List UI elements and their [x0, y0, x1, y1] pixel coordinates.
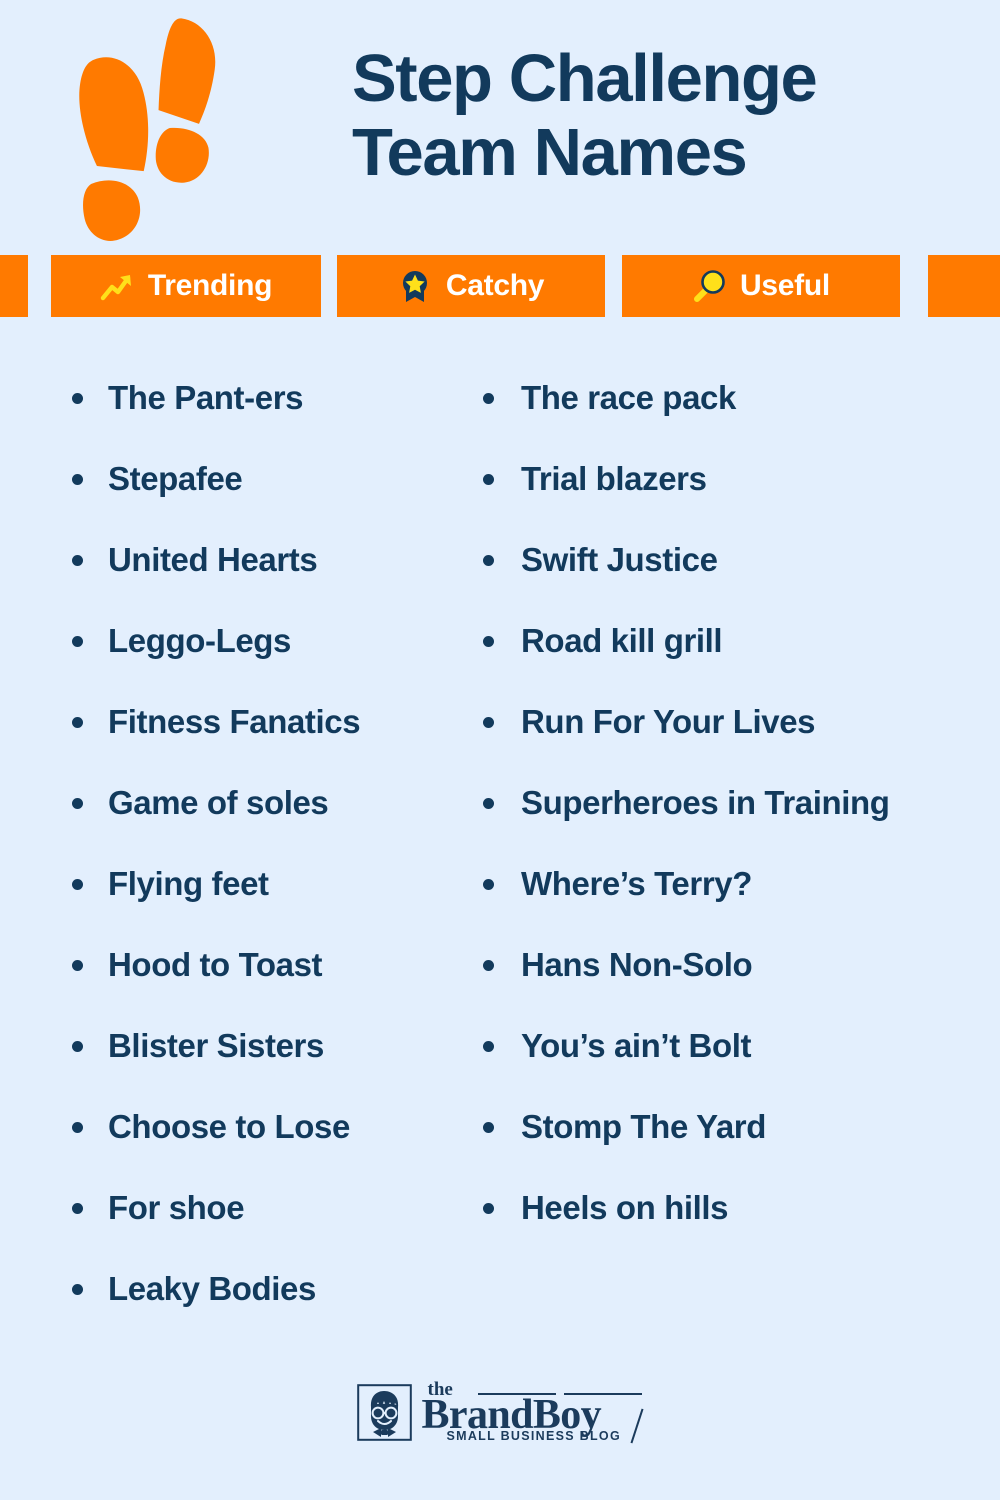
bullet-dot	[72, 555, 83, 566]
list-item: Where’s Terry?	[475, 858, 1000, 910]
list-item-label: Game of soles	[108, 784, 329, 821]
magnifying-glass-icon	[692, 269, 726, 303]
bullet-dot	[72, 798, 83, 809]
list-item-label: Leaky Bodies	[108, 1270, 316, 1307]
list-item-label: Blister Sisters	[108, 1027, 324, 1064]
logo-slash-mark	[629, 1408, 644, 1444]
boy-with-glasses-icon	[356, 1383, 412, 1441]
list-item-label: United Hearts	[108, 541, 318, 578]
list-item-label: Leggo-Legs	[108, 622, 291, 659]
bullet-dot	[483, 1041, 494, 1052]
team-names-right-list: The race pack Trial blazers Swift Justic…	[475, 372, 1000, 1234]
team-names-left-list: The Pant-ers Stepafee United Hearts Legg…	[64, 372, 465, 1315]
title-line-2: Team Names	[352, 115, 748, 190]
list-item-label: Run For Your Lives	[521, 703, 816, 740]
list-item-label: Road kill grill	[521, 622, 723, 659]
list-item: The Pant-ers	[64, 372, 465, 424]
badge-catchy[interactable]: Catchy	[337, 255, 605, 317]
team-names-left-column: The Pant-ers Stepafee United Hearts Legg…	[0, 372, 465, 1344]
bullet-dot	[72, 1203, 83, 1214]
list-item-label: Where’s Terry?	[521, 865, 752, 902]
badge-trending-label: Trending	[147, 269, 273, 302]
bullet-dot	[483, 879, 494, 890]
list-item-label: The race pack	[521, 379, 736, 416]
team-names-lists: The Pant-ers Stepafee United Hearts Legg…	[0, 372, 1000, 1344]
list-item-label: Hans Non-Solo	[521, 946, 753, 983]
list-item-label: For shoe	[108, 1189, 245, 1226]
bullet-dot	[483, 717, 494, 728]
bullet-dot	[483, 798, 494, 809]
logo-tagline-text: SMALL BUSINESS BLOG	[446, 1429, 621, 1443]
list-item: Heels on hills	[475, 1182, 1000, 1234]
list-item: Road kill grill	[475, 615, 1000, 667]
list-item: You’s ain’t Bolt	[475, 1020, 1000, 1072]
list-item: Stomp The Yard	[475, 1101, 1000, 1153]
list-item: For shoe	[64, 1182, 465, 1234]
bullet-dot	[72, 636, 83, 647]
page-title: Step Challenge Team Names	[352, 42, 992, 190]
list-item: Stepafee	[64, 453, 465, 505]
bullet-dot	[483, 474, 494, 485]
title-line-1: Step Challenge	[352, 41, 818, 116]
list-item: Leggo-Legs	[64, 615, 465, 667]
list-item-label: Flying feet	[108, 865, 269, 902]
bullet-dot	[72, 1041, 83, 1052]
list-item-label: Trial blazers	[521, 460, 707, 497]
bullet-dot	[72, 879, 83, 890]
badge-useful-label: Useful	[740, 269, 830, 302]
list-item: Run For Your Lives	[475, 696, 1000, 748]
bullet-dot	[72, 393, 83, 404]
list-item: Leaky Bodies	[64, 1263, 465, 1315]
bullet-dot	[72, 1122, 83, 1133]
list-item-label: Superheroes in Training	[521, 784, 890, 821]
header: Step Challenge Team Names	[0, 0, 1000, 250]
badge-bar: Trending Catchy Useful	[0, 255, 1000, 317]
list-item-label: Heels on hills	[521, 1189, 729, 1226]
badge-bar-left-accent	[0, 255, 28, 317]
list-item-label: The Pant-ers	[108, 379, 304, 416]
list-item-label: You’s ain’t Bolt	[521, 1027, 752, 1064]
badge-bar-right-accent	[928, 255, 1000, 317]
list-item: United Hearts	[64, 534, 465, 586]
list-item: Hood to Toast	[64, 939, 465, 991]
award-ribbon-star-icon	[398, 269, 432, 303]
bullet-dot	[483, 1122, 494, 1133]
list-item-label: Stepafee	[108, 460, 243, 497]
list-item: Flying feet	[64, 858, 465, 910]
bullet-dot	[72, 474, 83, 485]
brandboy-logo[interactable]: the BrandBoy SMALL BUSINESS BLOG	[356, 1380, 644, 1444]
bullet-dot	[483, 393, 494, 404]
list-item-label: Stomp The Yard	[521, 1108, 767, 1145]
footprints-icon	[62, 18, 232, 248]
list-item: Game of soles	[64, 777, 465, 829]
list-item: Fitness Fanatics	[64, 696, 465, 748]
list-item: Trial blazers	[475, 453, 1000, 505]
list-item-label: Fitness Fanatics	[108, 703, 361, 740]
list-item: Swift Justice	[475, 534, 1000, 586]
badge-useful[interactable]: Useful	[622, 255, 900, 317]
list-item: Superheroes in Training	[475, 777, 1000, 829]
team-names-right-column: The race pack Trial blazers Swift Justic…	[465, 372, 1000, 1344]
footer: the BrandBoy SMALL BUSINESS BLOG	[0, 1380, 1000, 1444]
bullet-dot	[483, 636, 494, 647]
bullet-dot	[72, 717, 83, 728]
badge-trending[interactable]: Trending	[51, 255, 321, 317]
bullet-dot	[483, 1203, 494, 1214]
list-item: Choose to Lose	[64, 1101, 465, 1153]
bullet-dot	[483, 960, 494, 971]
list-item-label: Choose to Lose	[108, 1108, 350, 1145]
brandboy-wordmark: the BrandBoy SMALL BUSINESS BLOG	[422, 1380, 644, 1444]
bullet-dot	[483, 555, 494, 566]
trending-up-icon	[100, 269, 134, 303]
bullet-dot	[72, 1284, 83, 1295]
list-item: The race pack	[475, 372, 1000, 424]
bullet-dot	[72, 960, 83, 971]
list-item-label: Swift Justice	[521, 541, 718, 578]
list-item: Hans Non-Solo	[475, 939, 1000, 991]
list-item-label: Hood to Toast	[108, 946, 323, 983]
badge-catchy-label: Catchy	[445, 269, 545, 302]
list-item: Blister Sisters	[64, 1020, 465, 1072]
